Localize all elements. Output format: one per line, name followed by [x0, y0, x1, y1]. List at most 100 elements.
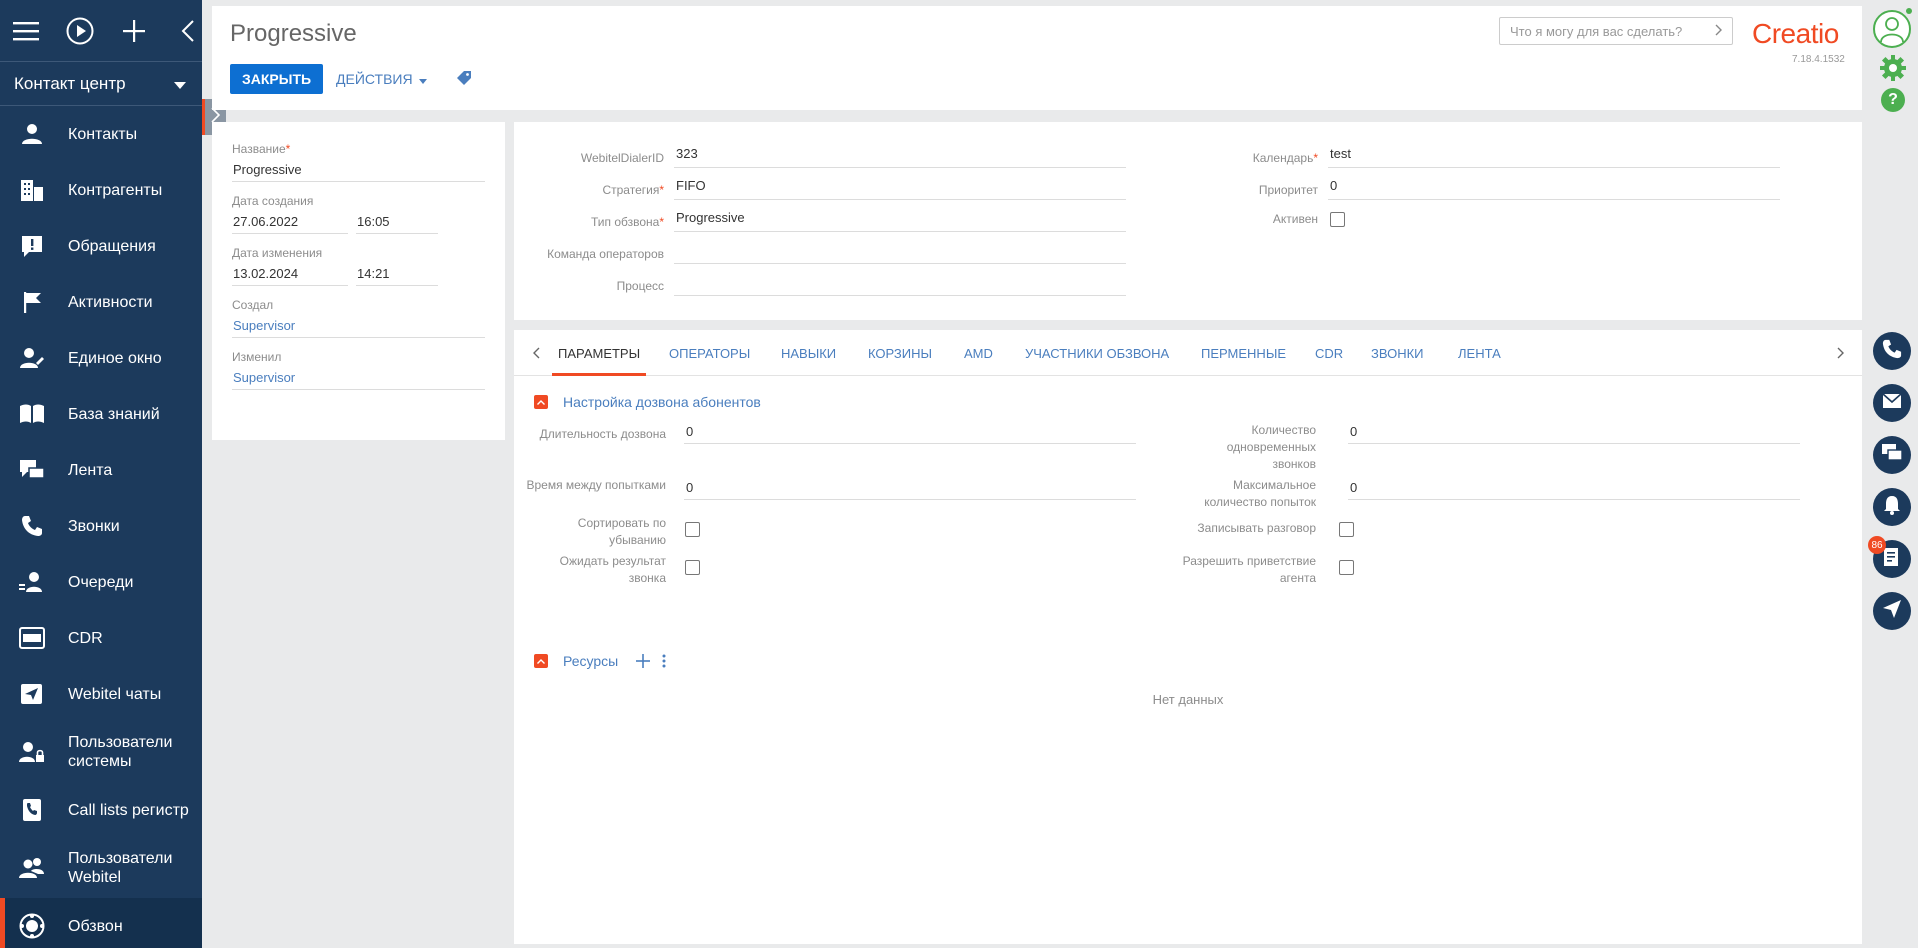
tag-icon[interactable]	[456, 70, 474, 88]
chat-panel-button[interactable]	[1873, 436, 1911, 474]
sidebar-item-knowledge-base[interactable]: База знаний	[0, 386, 202, 442]
actions-label: ДЕЙСТВИЯ	[336, 71, 413, 87]
tab-feed[interactable]: ЛЕНТА	[1458, 346, 1501, 376]
tab-operators[interactable]: ОПЕРАТОРЫ	[669, 346, 750, 376]
more-options-icon[interactable]	[662, 654, 666, 673]
team-input[interactable]	[674, 238, 1126, 264]
list-icon	[1883, 547, 1901, 572]
queue-icon	[18, 568, 46, 596]
tab-variables[interactable]: ПЕРМЕННЫЕ	[1201, 346, 1286, 376]
actions-button[interactable]: ДЕЙСТВИЯ	[336, 64, 427, 94]
strategy-input[interactable]: FIFO	[674, 174, 1126, 200]
strategy-row: Стратегия* FIFO	[514, 174, 1126, 200]
active-checkbox[interactable]	[1330, 211, 1345, 227]
between-attempts-label: Время между попытками	[526, 478, 666, 492]
duration-label: Длительность дозвона	[539, 427, 666, 441]
tabs-scroll-right-icon[interactable]	[1832, 344, 1848, 362]
person-edit-icon	[18, 344, 46, 372]
sidebar-item-webitel-users[interactable]: Пользователи Webitel	[0, 838, 202, 898]
sidebar-item-contacts[interactable]: Контакты	[0, 106, 202, 162]
tab-amd[interactable]: AMD	[964, 346, 993, 376]
required-marker: *	[285, 142, 291, 156]
calendar-input[interactable]: test	[1328, 142, 1780, 168]
name-input[interactable]: Progressive	[232, 158, 485, 182]
duration-input[interactable]: 0	[684, 420, 1136, 444]
process-input[interactable]	[674, 270, 1126, 296]
sidebar-item-label: Обзвон	[68, 917, 123, 935]
cdr-icon	[18, 624, 46, 652]
sidebar-item-dialer[interactable]: Обзвон	[0, 898, 202, 948]
book-icon	[18, 400, 46, 428]
user-lock-icon	[18, 738, 46, 766]
sidebar-item-calls[interactable]: Звонки	[0, 498, 202, 554]
sort-desc-checkbox[interactable]	[685, 522, 700, 537]
add-resource-icon[interactable]	[636, 654, 650, 673]
simultaneous-calls-input[interactable]: 0	[1348, 420, 1800, 444]
version-label: 7.18.4.1532	[1792, 54, 1845, 65]
tab-parameters[interactable]: ПАРАМЕТРЫ	[551, 346, 647, 376]
sidebar-item-label: Активности	[68, 293, 153, 311]
sidebar-item-label: Звонки	[68, 517, 120, 535]
sidebar-menu: Контакты Контрагенты Обращения Активност…	[0, 106, 202, 948]
required-marker: *	[659, 215, 664, 229]
chat-icon	[1881, 443, 1903, 468]
flag-icon	[18, 288, 46, 316]
modified-by-link[interactable]: Supervisor	[232, 366, 485, 390]
sidebar-item-cdr[interactable]: CDR	[0, 610, 202, 666]
notifications-panel-button[interactable]	[1873, 488, 1911, 526]
plus-icon[interactable]	[120, 16, 148, 46]
sidebar-item-call-lists[interactable]: Call lists регистр	[0, 782, 202, 838]
modified-date-field: Дата изменения 13.02.2024 14:21	[232, 246, 485, 286]
tabs-scroll-left-icon[interactable]	[528, 344, 544, 362]
agent-greeting-checkbox[interactable]	[1339, 560, 1354, 575]
sidebar-item-feed[interactable]: Лента	[0, 442, 202, 498]
record-info-panel: Название* Progressive Дата создания 27.0…	[212, 122, 505, 440]
close-button[interactable]: ЗАКРЫТЬ	[230, 64, 324, 94]
workspace-select[interactable]: Контакт центр	[0, 62, 202, 106]
between-attempts-input[interactable]: 0	[684, 476, 1136, 500]
tab-cdr[interactable]: CDR	[1315, 346, 1343, 376]
email-panel-button[interactable]	[1873, 384, 1911, 422]
priority-input[interactable]: 0	[1328, 174, 1780, 200]
play-icon[interactable]	[66, 16, 94, 46]
help-icon[interactable]: ?	[1881, 88, 1905, 112]
tab-participants[interactable]: УЧАСТНИКИ ОБЗВОНА	[1025, 346, 1169, 376]
process-row: Процесс	[514, 270, 1126, 296]
dialer-id-input[interactable]: 323	[674, 142, 1126, 168]
tab-baskets[interactable]: КОРЗИНЫ	[868, 346, 932, 376]
collapse-section-icon[interactable]	[534, 654, 548, 668]
profile-avatar[interactable]	[1873, 10, 1911, 48]
max-attempts-input[interactable]: 0	[1348, 476, 1800, 500]
sidebar-item-system-users[interactable]: Пользователи системы	[0, 722, 202, 782]
max-attempts-label: Максимальное количество попыток	[1204, 478, 1316, 509]
record-call-checkbox[interactable]	[1339, 522, 1354, 537]
command-search-input[interactable]: Что я могу для вас сделать?	[1499, 17, 1733, 45]
sidebar-item-label: База знаний	[68, 405, 160, 423]
collapse-icon[interactable]	[174, 16, 202, 46]
menu-icon[interactable]	[12, 16, 40, 46]
tab-skills[interactable]: НАВЫКИ	[781, 346, 836, 376]
webitel-panel-button[interactable]	[1873, 592, 1911, 630]
wait-result-checkbox[interactable]	[685, 560, 700, 575]
gear-icon[interactable]	[1880, 55, 1906, 86]
phone-panel-button[interactable]	[1873, 332, 1911, 370]
dialer-id-row: WebitelDialerID 323	[514, 142, 1126, 168]
chevron-right-icon	[1715, 24, 1722, 39]
sidebar-item-queues[interactable]: Очереди	[0, 554, 202, 610]
dial-type-input[interactable]: Progressive	[674, 206, 1126, 232]
dial-settings-section-title[interactable]: Настройка дозвона абонентов	[563, 394, 761, 410]
sidebar-item-activities[interactable]: Активности	[0, 274, 202, 330]
sidebar-item-cases[interactable]: Обращения	[0, 218, 202, 274]
resources-section-title[interactable]: Ресурсы	[563, 653, 618, 669]
tab-calls[interactable]: ЗВОНКИ	[1371, 346, 1424, 376]
sidebar-item-label: CDR	[68, 629, 103, 647]
sidebar-item-single-window[interactable]: Единое окно	[0, 330, 202, 386]
sidebar-item-webitel-chats[interactable]: Webitel чаты	[0, 666, 202, 722]
created-by-label: Создал	[232, 298, 274, 312]
sidebar-item-label: Контакты	[68, 125, 138, 143]
no-data-message: Нет данных	[1152, 692, 1224, 707]
created-by-link[interactable]: Supervisor	[232, 314, 485, 338]
collapse-section-icon[interactable]	[534, 395, 548, 409]
sidebar-item-label: Webitel чаты	[68, 685, 162, 703]
sidebar-item-accounts[interactable]: Контрагенты	[0, 162, 202, 218]
